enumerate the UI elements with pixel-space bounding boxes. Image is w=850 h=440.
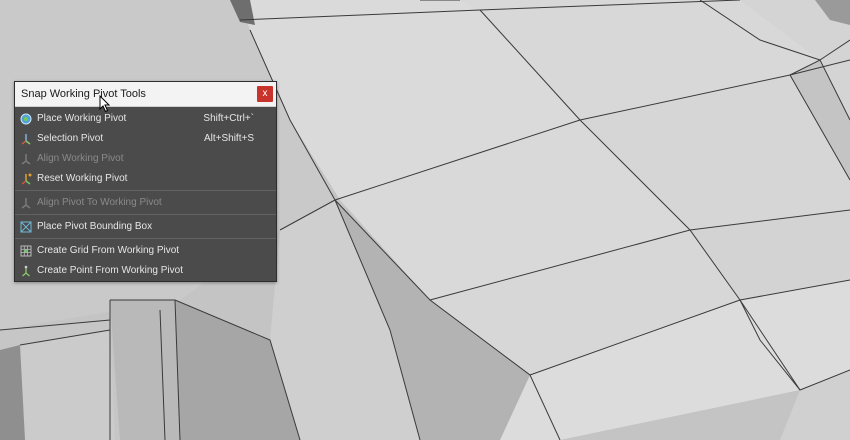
menu-item-shortcut: Shift+Ctrl+` (203, 113, 254, 124)
pivot-menu: Place Working Pivot Shift+Ctrl+` Selection… (15, 107, 276, 281)
reset-pivot-icon (20, 173, 32, 185)
menu-item-place-pivot-bounding-box[interactable]: Place Pivot Bounding Box (15, 217, 276, 237)
menu-item-label: Place Pivot Bounding Box (37, 221, 153, 232)
menu-separator (15, 190, 276, 191)
align-to-pivot-icon (20, 197, 32, 209)
selection-pivot-icon (20, 133, 32, 145)
snap-working-pivot-panel: Snap Working Pivot Tools x Place Working… (14, 81, 277, 282)
menu-item-selection-pivot[interactable]: Selection Pivot Alt+Shift+S (15, 129, 276, 149)
menu-item-label: Reset Working Pivot (37, 173, 128, 184)
menu-item-label: Align Pivot To Working Pivot (37, 197, 162, 208)
place-pivot-icon (20, 113, 32, 125)
menu-item-label: Selection Pivot (37, 133, 104, 144)
align-pivot-icon (20, 153, 32, 165)
menu-item-label: Create Grid From Working Pivot (37, 245, 180, 256)
menu-separator (15, 238, 276, 239)
create-grid-icon (20, 245, 32, 257)
menu-item-label: Create Point From Working Pivot (37, 265, 183, 276)
menu-item-create-grid-from-working-pivot[interactable]: Create Grid From Working Pivot (15, 241, 276, 261)
menu-item-label: Align Working Pivot (37, 153, 124, 164)
menu-item-place-working-pivot[interactable]: Place Working Pivot Shift+Ctrl+` (15, 109, 276, 129)
panel-header[interactable]: Snap Working Pivot Tools x (15, 82, 276, 107)
menu-item-reset-working-pivot[interactable]: Reset Working Pivot (15, 169, 276, 189)
mouse-cursor-icon (99, 95, 111, 113)
panel-title: Snap Working Pivot Tools (21, 88, 146, 100)
close-button[interactable]: x (257, 86, 273, 102)
menu-item-shortcut: Alt+Shift+S (203, 133, 254, 144)
menu-item-create-point-from-working-pivot[interactable]: Create Point From Working Pivot (15, 261, 276, 281)
menu-item-align-pivot-to-working-pivot: Align Pivot To Working Pivot (15, 193, 276, 213)
create-point-icon (20, 265, 32, 277)
menu-separator (15, 214, 276, 215)
menu-item-label: Place Working Pivot (37, 113, 127, 124)
bounding-box-icon (20, 221, 32, 233)
menu-item-align-working-pivot: Align Working Pivot (15, 149, 276, 169)
